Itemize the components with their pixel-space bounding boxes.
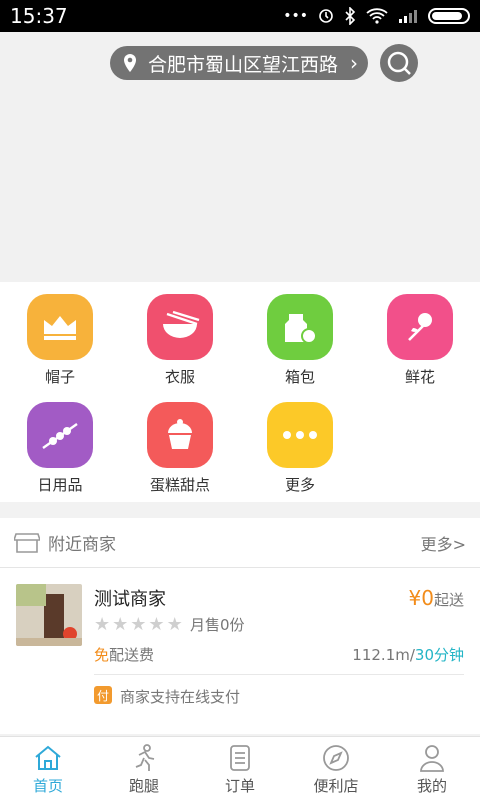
pay-badge: 付 xyxy=(94,686,112,704)
category-daily-goods[interactable]: 日用品 xyxy=(0,402,120,495)
delivery-time: 30分钟 xyxy=(414,646,464,664)
user-icon xyxy=(420,744,444,772)
order-list-icon xyxy=(230,744,250,771)
star-icon: ★ xyxy=(166,614,183,635)
tab-label: 跑腿 xyxy=(128,776,159,795)
shop-name: 测试商家 xyxy=(94,589,166,610)
category-more[interactable]: 更多 xyxy=(240,402,360,495)
min-price-value: ¥0 xyxy=(408,586,434,610)
star-icon: ★ xyxy=(148,614,165,635)
home-icon xyxy=(35,745,61,770)
star-icon: ★ xyxy=(130,614,147,635)
signal-icon xyxy=(399,10,417,23)
bluetooth-icon xyxy=(345,7,356,25)
bottom-tab-bar: 首页 跑腿 订单 便利店 我的 xyxy=(0,736,480,801)
monthly-sales: 月售0份 xyxy=(190,616,245,634)
shop-thumbnail xyxy=(16,584,82,646)
skewers-icon xyxy=(27,402,93,468)
category-label: 帽子 xyxy=(44,368,75,386)
nearby-header: 附近商家 更多> xyxy=(0,518,480,568)
more-dots-status-icon: ••• xyxy=(283,8,308,24)
category-clothes[interactable]: 衣服 xyxy=(120,294,240,387)
distance: 112.1m/ xyxy=(352,646,415,664)
category-hats[interactable]: 帽子 xyxy=(0,294,120,387)
nearby-more-link[interactable]: 更多> xyxy=(421,531,466,555)
tab-label: 订单 xyxy=(224,776,255,795)
location-pin-icon xyxy=(124,54,136,72)
category-label: 日用品 xyxy=(37,476,83,494)
milk-carton-apple-icon xyxy=(267,294,333,360)
distance-time: 112.1m/30分钟 xyxy=(352,644,464,665)
min-price: ¥0起送 xyxy=(409,586,464,610)
flower-icon xyxy=(387,294,453,360)
nearby-title: 附近商家 xyxy=(48,535,116,555)
category-bags[interactable]: 箱包 xyxy=(240,294,360,387)
category-label: 鲜花 xyxy=(404,368,435,386)
tab-convenience-store[interactable]: 便利店 xyxy=(288,737,384,801)
runner-icon xyxy=(135,743,155,771)
category-label: 箱包 xyxy=(284,368,315,386)
min-price-suffix: 起送 xyxy=(433,591,464,609)
delivery-fee: 免配送费 xyxy=(94,644,154,665)
storefront-icon xyxy=(14,532,40,553)
category-label: 蛋糕甜点 xyxy=(149,476,210,494)
tab-label: 我的 xyxy=(416,776,447,795)
more-dots-icon xyxy=(267,402,333,468)
location-selector[interactable]: 合肥市蜀山区望江西路 › xyxy=(110,46,368,80)
star-icon: ★ xyxy=(112,614,129,635)
rating-stars: ★ ★ ★ ★ ★ xyxy=(94,614,183,635)
tab-errand[interactable]: 跑腿 xyxy=(96,737,192,801)
status-indicators: ••• xyxy=(283,7,470,25)
category-label: 更多 xyxy=(284,476,315,494)
status-bar: 15:37 ••• xyxy=(0,0,480,32)
star-icon: ★ xyxy=(94,614,111,635)
alarm-icon xyxy=(319,9,333,23)
tab-profile[interactable]: 我的 xyxy=(384,737,480,801)
tab-label: 首页 xyxy=(32,776,63,795)
wifi-icon xyxy=(366,8,388,24)
search-icon xyxy=(387,51,411,75)
category-cakes[interactable]: 蛋糕甜点 xyxy=(120,402,240,495)
cupcake-icon xyxy=(147,402,213,468)
pay-text: 商家支持在线支付 xyxy=(120,688,241,706)
category-flowers[interactable]: 鲜花 xyxy=(360,294,480,387)
bowl-chopsticks-icon xyxy=(147,294,213,360)
divider xyxy=(94,674,464,675)
tab-home[interactable]: 首页 xyxy=(0,737,96,801)
category-label: 衣服 xyxy=(164,368,195,386)
chevron-right-icon: › xyxy=(350,51,358,75)
free-suffix: 配送费 xyxy=(109,646,155,664)
crown-icon xyxy=(27,294,93,360)
search-button[interactable] xyxy=(380,44,418,82)
free-prefix: 免 xyxy=(94,646,110,664)
compass-icon xyxy=(323,744,349,771)
tab-label: 便利店 xyxy=(313,776,359,795)
shop-card[interactable]: 测试商家 ¥0起送 ★ ★ ★ ★ ★ 月售0份 免配送费 112.1m/30分… xyxy=(0,568,480,734)
category-grid: 帽子 衣服 箱包 鲜花 日用品 蛋糕甜点 更多 xyxy=(0,282,480,502)
tab-orders[interactable]: 订单 xyxy=(192,737,288,801)
banner: 合肥市蜀山区望江西路 › xyxy=(0,32,480,282)
location-text: 合肥市蜀山区望江西路 xyxy=(148,53,339,76)
status-time: 15:37 xyxy=(10,4,68,28)
battery-icon xyxy=(428,8,470,24)
